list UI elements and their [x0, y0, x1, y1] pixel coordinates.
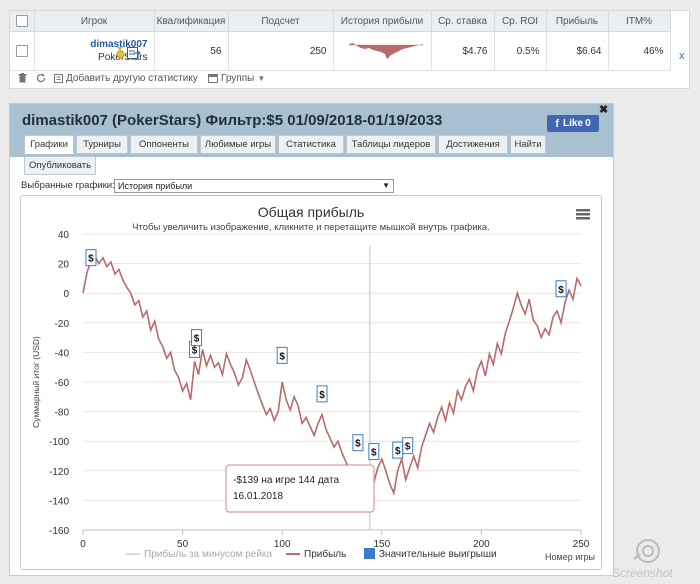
x-axis-label: Номер игры: [545, 552, 595, 562]
y-tick-label: -120: [49, 467, 69, 478]
delete-icon[interactable]: [18, 73, 27, 83]
col-count[interactable]: Подсчет: [228, 11, 334, 32]
stats-header-row: Игрок Квалификация Подсчет История прибы…: [10, 11, 671, 32]
tab-charts[interactable]: Графики: [24, 135, 74, 154]
itm-cell: 46%: [608, 31, 671, 71]
qualification-cell: 56: [154, 31, 229, 71]
chart-frame[interactable]: 40 20 0 -20 -40 -60 -80 -100 -120 -140 -160 0 50 100 1…: [20, 195, 602, 570]
y-tick-label: -80: [55, 408, 70, 419]
screenshot-tool-logo: Screenshot: [612, 539, 673, 580]
tab-achievements[interactable]: Достижения: [438, 135, 508, 154]
player-panel: dimastik007 (PokerStars) Фильтр:$5 01/09…: [9, 103, 614, 576]
like-label: Like: [563, 118, 584, 129]
col-avg-roi[interactable]: Ср. ROI: [494, 11, 547, 32]
panel-title: dimastik007 (PokerStars) Фильтр:$5 01/09…: [22, 112, 443, 129]
groups-label: Группы: [221, 73, 255, 84]
add-stat-label: Добавить другую статистику: [66, 73, 198, 84]
y-tick-label: 40: [58, 230, 70, 241]
svg-text:Screenshot: Screenshot: [612, 566, 673, 580]
tooltip-line1: -$139 на игре 144 дата: [233, 475, 339, 486]
col-player[interactable]: Игрок: [34, 11, 155, 32]
facebook-like-button[interactable]: f Like 0: [547, 115, 599, 132]
y-tick-label: -100: [49, 437, 69, 448]
remove-row-link[interactable]: x: [679, 50, 685, 62]
refresh-icon[interactable]: [36, 73, 46, 83]
col-profit[interactable]: Прибыль: [546, 11, 609, 32]
significant-win-label: $: [279, 351, 285, 362]
profit-cell: $6.64: [546, 31, 609, 71]
chevron-down-icon: ▼: [382, 181, 390, 190]
stats-table-container: Игрок Квалификация Подсчет История прибы…: [9, 10, 690, 89]
table-row: dimastik007 PokerStars 56 250 $4.76 0.5%…: [10, 31, 671, 71]
panel-header: dimastik007 (PokerStars) Фильтр:$5 01/09…: [10, 103, 613, 175]
chevron-down-icon: ▼: [257, 74, 266, 83]
export-icon[interactable]: [127, 47, 141, 59]
groups-dropdown[interactable]: Группы ▼: [208, 73, 265, 84]
select-all-checkbox[interactable]: [10, 11, 35, 32]
tab-favorite-games[interactable]: Любимые игры: [200, 135, 276, 154]
col-qualification[interactable]: Квалификация: [154, 11, 229, 32]
significant-win-label: $: [192, 345, 198, 356]
tab-statistics[interactable]: Статистика: [278, 135, 344, 154]
significant-win-label: $: [558, 285, 564, 296]
tooltip-line2: 16.01.2018: [233, 491, 283, 502]
significant-win-label: $: [194, 334, 200, 345]
tab-find[interactable]: Найти: [510, 135, 546, 154]
significant-win-label: $: [395, 446, 401, 457]
y-tick-label: 20: [58, 260, 70, 271]
selected-chart-select[interactable]: История прибыли ▼: [114, 179, 394, 193]
tab-leaderboards[interactable]: Таблицы лидеров: [346, 135, 436, 154]
col-itm[interactable]: ITM%: [608, 11, 671, 32]
chart-title: Общая прибыль: [258, 204, 364, 220]
legend-item: Прибыль за минусом рейка: [144, 548, 273, 560]
col-avg-stake[interactable]: Ср. ставка: [431, 11, 495, 32]
profit-series-line: [82, 254, 582, 500]
y-tick-label: -60: [55, 378, 70, 389]
close-icon[interactable]: ✖: [599, 103, 608, 116]
avg-roi-cell: 0.5%: [494, 31, 547, 71]
significant-win-label: $: [319, 390, 325, 401]
like-count: 0: [585, 118, 591, 129]
tab-tournaments[interactable]: Турниры: [76, 135, 128, 154]
stats-table: Игрок Квалификация Подсчет История прибы…: [10, 11, 671, 71]
selected-chart-value: История прибыли: [118, 181, 193, 191]
y-tick-label: -40: [55, 348, 70, 359]
significant-win-label: $: [371, 448, 377, 459]
significant-win-label: $: [405, 442, 411, 453]
profit-history-cell: [333, 31, 432, 71]
chart-subtitle: Чтобы увеличить изображение, кликните и …: [132, 222, 490, 233]
groups-icon: [208, 74, 218, 83]
facebook-icon: f: [555, 117, 560, 130]
y-tick-label: -160: [49, 526, 69, 537]
col-profit-history[interactable]: История прибыли: [333, 11, 432, 32]
stats-toolbar: Добавить другую статистику Группы ▼: [10, 71, 670, 87]
significant-win-label: $: [355, 439, 361, 450]
x-tick-label: 100: [274, 539, 291, 550]
medal-icon: [116, 47, 125, 59]
add-stat-icon: [54, 74, 63, 83]
row-checkbox[interactable]: [10, 31, 35, 71]
y-tick-label: -20: [55, 319, 70, 330]
profit-sparkline: [348, 42, 423, 59]
significant-win-label: $: [88, 254, 94, 265]
add-stat-button[interactable]: Добавить другую статистику: [54, 73, 198, 84]
legend-swatch: [364, 548, 375, 559]
y-axis-label: Суммарный итог (USD): [31, 336, 41, 428]
avg-stake-cell: $4.76: [431, 31, 495, 71]
x-tick-label: 0: [80, 539, 86, 550]
selected-charts-label: Выбранные графики:: [21, 180, 115, 191]
tooltip-box: [225, 464, 375, 513]
tab-opponents[interactable]: Оппоненты: [130, 135, 198, 154]
chart-menu-icon[interactable]: [576, 209, 590, 220]
profit-chart[interactable]: 40200-20-40-60-80-100-120-140-1600 50 100 1…: [21, 196, 601, 569]
y-tick-label: -140: [49, 496, 69, 507]
tab-publish[interactable]: Опубликовать: [24, 156, 96, 175]
legend-item: Прибыль: [304, 548, 346, 560]
x-tick-label: 250: [573, 539, 590, 550]
y-tick-label: 0: [63, 289, 69, 300]
count-cell: 250: [228, 31, 334, 71]
legend-item: Значительные выигрыши: [379, 549, 497, 560]
